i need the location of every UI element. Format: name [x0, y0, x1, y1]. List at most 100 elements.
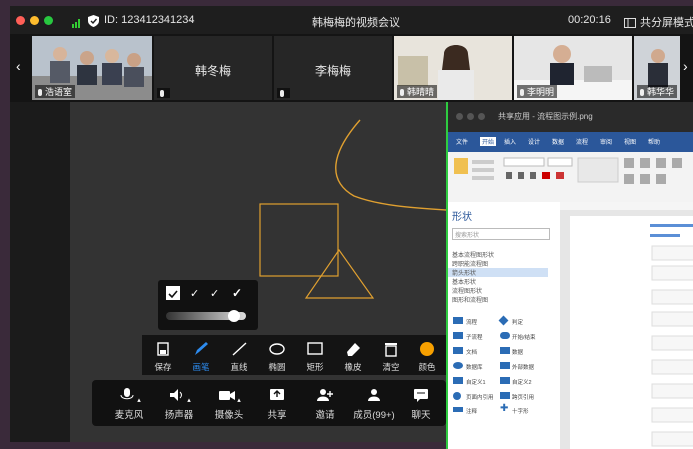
participant-tile[interactable]: 韩晴晴	[394, 36, 512, 100]
speaker-button[interactable]: ▴ 扬声器	[154, 380, 204, 426]
clear-button[interactable]: 清空	[372, 335, 410, 375]
share-icon	[252, 388, 302, 405]
strip-next-button[interactable]: ›	[683, 58, 688, 74]
custom-shape-icon[interactable]	[500, 377, 510, 384]
shape-category-selected[interactable]: 箭头形状	[448, 268, 548, 277]
data-shape-icon[interactable]	[500, 347, 510, 354]
minimize-window-button[interactable]	[30, 16, 39, 25]
shapes-pane-title: 形状	[452, 212, 472, 223]
ribbon-tab[interactable]: 文件	[456, 137, 468, 146]
participant-name: 李梅梅	[314, 64, 351, 78]
ellipse-icon	[258, 341, 296, 357]
ribbon-tab[interactable]: 流程	[576, 137, 588, 146]
shared-window-title: 共享应用 - 流程图示例.png	[498, 112, 593, 121]
title-bar: ID: 123412341234 ⌄ 韩梅梅的视频会议 00:20:16 共分屏…	[10, 6, 693, 34]
document-shape-icon[interactable]	[453, 347, 463, 354]
ribbon-tab[interactable]: 设计	[528, 137, 540, 146]
shield-icon	[88, 14, 99, 27]
rectangle-icon	[296, 341, 334, 357]
ribbon-tab[interactable]: 审阅	[600, 137, 612, 146]
annotation-toolbar: 保存 画笔 直线 椭圆 矩形 橡皮 清空 颜色	[142, 335, 446, 375]
pen-style-checkbox[interactable]	[166, 286, 180, 300]
ribbon-tab[interactable]: 视图	[624, 137, 636, 146]
medium-pen-icon[interactable]: ✓	[210, 287, 219, 300]
shape-category[interactable]: 基本流程图形状	[452, 250, 494, 259]
rectangle-button[interactable]: 矩形	[296, 335, 334, 375]
cross-shape-icon[interactable]: ✚	[500, 403, 508, 414]
terminator-shape-icon[interactable]	[500, 332, 510, 339]
shared-window[interactable]: 共享应用 - 流程图示例.png 文件 开始 插入 设计 数据 流程 审阅 视图…	[446, 102, 693, 449]
shape-search-input[interactable]: 搜索形状	[452, 228, 550, 240]
off-page-reference-icon[interactable]	[500, 392, 510, 399]
shape-category[interactable]: 流程图形状	[452, 286, 482, 295]
meeting-timer: 00:20:16	[568, 14, 611, 26]
participant-tile[interactable]: 李梅梅	[274, 36, 392, 100]
invite-button[interactable]: 邀请	[300, 380, 350, 426]
camera-button[interactable]: ▴ 摄像头	[204, 380, 254, 426]
microphone-icon	[160, 90, 164, 97]
pen-settings-popup: ✓ ✓ ✓	[158, 280, 258, 330]
ellipse-button[interactable]: 椭圆	[258, 335, 296, 375]
decision-shape-icon[interactable]	[498, 315, 509, 326]
ribbon-controls	[454, 157, 682, 184]
participant-tile[interactable]: 韩冬梅	[154, 36, 272, 100]
ribbon	[448, 152, 693, 203]
save-icon	[144, 341, 182, 357]
subprocess-shape-icon[interactable]	[453, 332, 463, 339]
members-button[interactable]: 成员(99+)	[348, 380, 400, 426]
trash-icon	[372, 341, 410, 357]
close-window-button[interactable]	[16, 16, 25, 25]
ribbon-tab[interactable]: 插入	[504, 137, 516, 146]
microphone-icon	[520, 89, 524, 96]
on-page-reference-icon[interactable]	[453, 392, 461, 400]
thin-pen-icon[interactable]: ✓	[190, 287, 199, 300]
microphone-icon	[280, 90, 284, 97]
microphone-icon	[640, 89, 644, 96]
color-icon	[408, 341, 446, 357]
annotation-shape-icon[interactable]	[453, 407, 463, 412]
shape-category[interactable]: 跨职能流程图	[452, 259, 488, 268]
participant-strip: ‹ 浩语室 韩冬梅 李梅梅 韩晴晴 李明明 韩华华 ›	[10, 34, 693, 102]
strip-prev-button[interactable]: ‹	[16, 58, 21, 74]
color-button[interactable]: 颜色	[408, 335, 446, 375]
share-left-margin	[10, 102, 70, 442]
external-data-shape-icon[interactable]	[500, 362, 510, 369]
participant-tile[interactable]: 李明明	[514, 36, 632, 100]
meeting-id[interactable]: ID: 123412341234	[104, 14, 195, 26]
participant-name: 韩华华	[647, 87, 675, 97]
chevron-down-icon[interactable]: ⌄	[188, 14, 196, 25]
layout-mode-button[interactable]: 共分屏模式	[640, 14, 693, 30]
ribbon-tab[interactable]: 开始	[480, 137, 497, 146]
ribbon-tab[interactable]: 数据	[552, 137, 564, 146]
participant-tile[interactable]: 浩语室	[32, 36, 152, 100]
shared-window-titlebar: 共享应用 - 流程图示例.png	[448, 102, 693, 132]
meeting-title: 韩梅梅的视频会议	[312, 17, 400, 29]
camera-icon: ▴	[204, 388, 254, 405]
slider-handle[interactable]	[228, 310, 240, 322]
participant-tile[interactable]: 韩华华	[634, 36, 680, 100]
ribbon-tab[interactable]: 帮助	[648, 137, 660, 146]
eraser-button[interactable]: 橡皮	[334, 335, 372, 375]
shapes-pane: 形状 搜索形状 基本流程图形状 跨职能流程图 箭头形状 基本形状 流程图形状 图…	[448, 202, 561, 449]
maximize-window-button[interactable]	[44, 16, 53, 25]
members-icon	[348, 388, 400, 405]
shape-category[interactable]: 基本形状	[452, 277, 476, 286]
shape-category[interactable]: 图形和流程图	[452, 295, 488, 304]
chat-button[interactable]: 聊天	[396, 380, 446, 426]
gallery-view-icon	[624, 15, 636, 28]
eraser-icon	[334, 341, 372, 357]
custom-shape-icon[interactable]	[453, 377, 463, 384]
document-canvas[interactable]	[560, 202, 693, 449]
pen-icon	[182, 341, 220, 357]
signal-icon	[72, 15, 82, 28]
thick-pen-icon[interactable]: ✓	[232, 286, 242, 300]
microphone-button[interactable]: ▴ 麦克风	[104, 380, 154, 426]
share-button[interactable]: 共享	[252, 380, 302, 426]
speaker-icon: ▴	[154, 388, 204, 405]
ribbon-tabs: 文件 开始 插入 设计 数据 流程 审阅 视图 帮助	[448, 132, 693, 152]
save-button[interactable]: 保存	[144, 335, 182, 375]
line-button[interactable]: 直线	[220, 335, 258, 375]
process-shape-icon[interactable]	[453, 317, 463, 324]
database-shape-icon[interactable]	[453, 362, 463, 369]
pen-button[interactable]: 画笔	[182, 335, 220, 375]
